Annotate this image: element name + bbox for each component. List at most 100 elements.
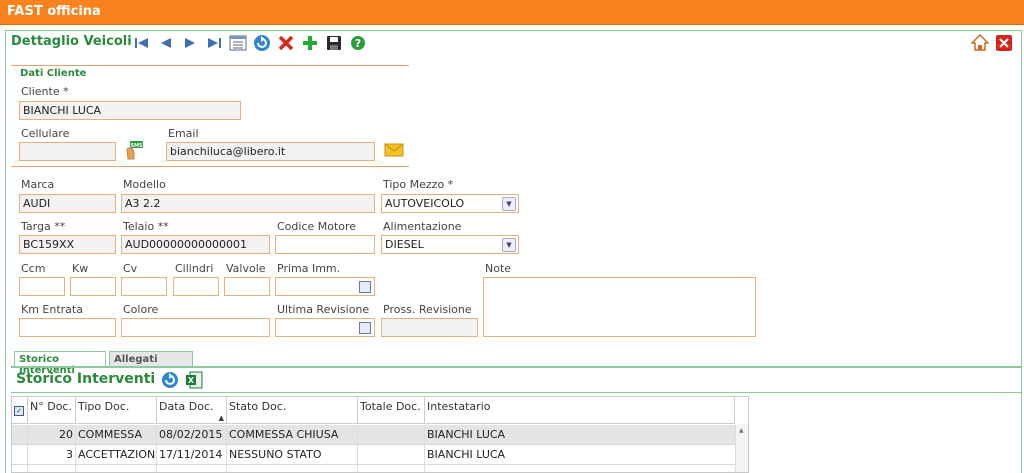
select-all-checkbox[interactable]: ✓ (12, 397, 28, 423)
refresh-icon (254, 35, 270, 51)
home-button[interactable] (971, 34, 989, 52)
section-divider (11, 65, 409, 66)
marca-label: Marca (21, 178, 55, 191)
cell-data-doc (157, 465, 227, 472)
ccm-label: Ccm (21, 262, 46, 275)
tipo-mezzo-label: Tipo Mezzo * (383, 178, 454, 191)
storico-title: Storico Interventi (16, 371, 156, 387)
list-button[interactable] (229, 34, 247, 52)
cliente-field[interactable]: BIANCHI LUCA (19, 101, 241, 120)
email-field[interactable]: bianchiluca@libero.it (166, 142, 375, 161)
cell-tipo-doc (76, 465, 157, 472)
storico-refresh-button[interactable] (161, 371, 179, 389)
next-record-button[interactable] (181, 34, 199, 52)
cell-n-doc: 20 (28, 425, 76, 444)
sms-button[interactable]: SMS (124, 140, 144, 160)
prev-record-button[interactable] (157, 34, 175, 52)
section-title-cliente: Dati Cliente (20, 68, 87, 79)
modello-label: Modello (123, 178, 166, 191)
table-row[interactable]: 20 COMMESSA 08/02/2015 COMMESSA CHIUSA B… (12, 425, 735, 445)
targa-field[interactable]: BC159XX (19, 235, 116, 254)
row-checkbox-cell[interactable] (12, 425, 28, 444)
section-divider (11, 166, 409, 167)
ultima-revisione-label: Ultima Revisione (277, 303, 370, 316)
cilindri-field[interactable] (173, 277, 219, 296)
marca-field[interactable]: AUDI (19, 194, 116, 213)
tipo-mezzo-select[interactable]: AUTOVEICOLO ▼ (381, 194, 519, 213)
panel-title: Dettaglio Veicoli (11, 34, 132, 49)
sms-icon: SMS (126, 141, 143, 160)
sort-icon: ▲ (218, 414, 224, 422)
valvole-field[interactable] (224, 277, 270, 296)
save-button[interactable] (325, 34, 343, 52)
column-header-n-doc[interactable]: N° Doc. (28, 397, 76, 423)
add-icon (303, 36, 317, 50)
cell-tipo-doc: ACCETTAZION (76, 445, 157, 464)
valvole-label: Valvole (226, 262, 266, 275)
cv-field[interactable] (121, 277, 167, 296)
column-header-stato-doc[interactable]: Stato Doc. (227, 397, 358, 423)
cell-intestatario: BIANCHI LUCA (427, 428, 506, 441)
close-button[interactable] (995, 34, 1013, 52)
modello-field[interactable]: A3 2.2 (121, 194, 375, 213)
delete-button[interactable] (277, 34, 295, 52)
table-row (12, 465, 735, 472)
column-header-totale-doc[interactable]: Totale Doc. (358, 397, 425, 423)
next-icon (185, 38, 195, 48)
telaio-field[interactable]: AUD00000000000001 (121, 235, 270, 254)
cell-data-doc: 17/11/2014 (157, 445, 227, 464)
prima-imm-date[interactable] (275, 277, 375, 296)
column-header-tipo-doc[interactable]: Tipo Doc. (76, 397, 157, 423)
cell-intestatario: BIANCHI LUCA (427, 448, 506, 461)
refresh-button[interactable] (253, 34, 271, 52)
cilindri-label: Cilindri (175, 262, 214, 275)
tab-storico-interventi[interactable]: Storico Interventi (14, 351, 106, 376)
grid-scrollbar[interactable]: ▲ (735, 424, 748, 472)
cell-totale-doc (358, 445, 425, 464)
column-header-intestatario[interactable]: Intestatario (425, 397, 735, 423)
export-excel-button[interactable]: X (185, 371, 203, 389)
km-entrata-field[interactable] (19, 318, 116, 337)
chevron-down-icon[interactable]: ▼ (502, 197, 516, 211)
pross-revisione-label: Pross. Revisione (383, 303, 472, 316)
list-icon (229, 35, 247, 51)
note-textarea[interactable] (483, 277, 756, 337)
cellulare-field[interactable] (19, 142, 116, 161)
storico-grid: ✓ N° Doc. Tipo Doc. Data Doc. ▲ Stato Do… (11, 396, 749, 473)
kw-field[interactable] (70, 277, 116, 296)
scroll-up-icon[interactable]: ▲ (739, 427, 744, 434)
pross-revisione-field[interactable] (381, 318, 478, 337)
first-icon (135, 38, 148, 48)
row-checkbox-cell (12, 465, 28, 472)
cell-tipo-doc: COMMESSA (76, 425, 157, 444)
send-email-button[interactable] (384, 142, 404, 158)
add-button[interactable] (301, 34, 319, 52)
table-row[interactable]: 3 ACCETTAZION 17/11/2014 NESSUNO STATO B… (12, 445, 735, 465)
help-button[interactable]: ? (349, 34, 367, 52)
km-entrata-label: Km Entrata (21, 303, 83, 316)
last-record-button[interactable] (205, 34, 223, 52)
calendar-icon[interactable] (359, 281, 371, 293)
tab-strip-border (11, 366, 1022, 368)
colore-field[interactable] (121, 318, 270, 337)
section-divider (11, 392, 1022, 393)
checkbox-icon: ✓ (14, 406, 24, 416)
cliente-label: Cliente * (21, 85, 69, 98)
column-header-data-doc[interactable]: Data Doc. ▲ (157, 397, 227, 423)
calendar-icon[interactable] (359, 322, 371, 334)
ultima-revisione-date[interactable] (275, 318, 375, 337)
alimentazione-select[interactable]: DIESEL ▼ (381, 235, 519, 254)
help-icon: ? (351, 36, 365, 50)
header-spacer (735, 397, 748, 423)
cell-n-doc: 3 (28, 445, 76, 464)
tab-allegati[interactable]: Allegati (109, 351, 193, 367)
cell-totale-doc (358, 425, 425, 444)
ccm-field[interactable] (19, 277, 65, 296)
first-record-button[interactable] (133, 34, 151, 52)
chevron-down-icon[interactable]: ▼ (502, 238, 516, 252)
row-checkbox-cell[interactable] (12, 445, 28, 464)
header-divider (12, 423, 735, 424)
tipo-mezzo-value: AUTOVEICOLO (385, 197, 465, 210)
cellulare-label: Cellulare (21, 127, 70, 140)
codice-motore-field[interactable] (275, 235, 375, 254)
